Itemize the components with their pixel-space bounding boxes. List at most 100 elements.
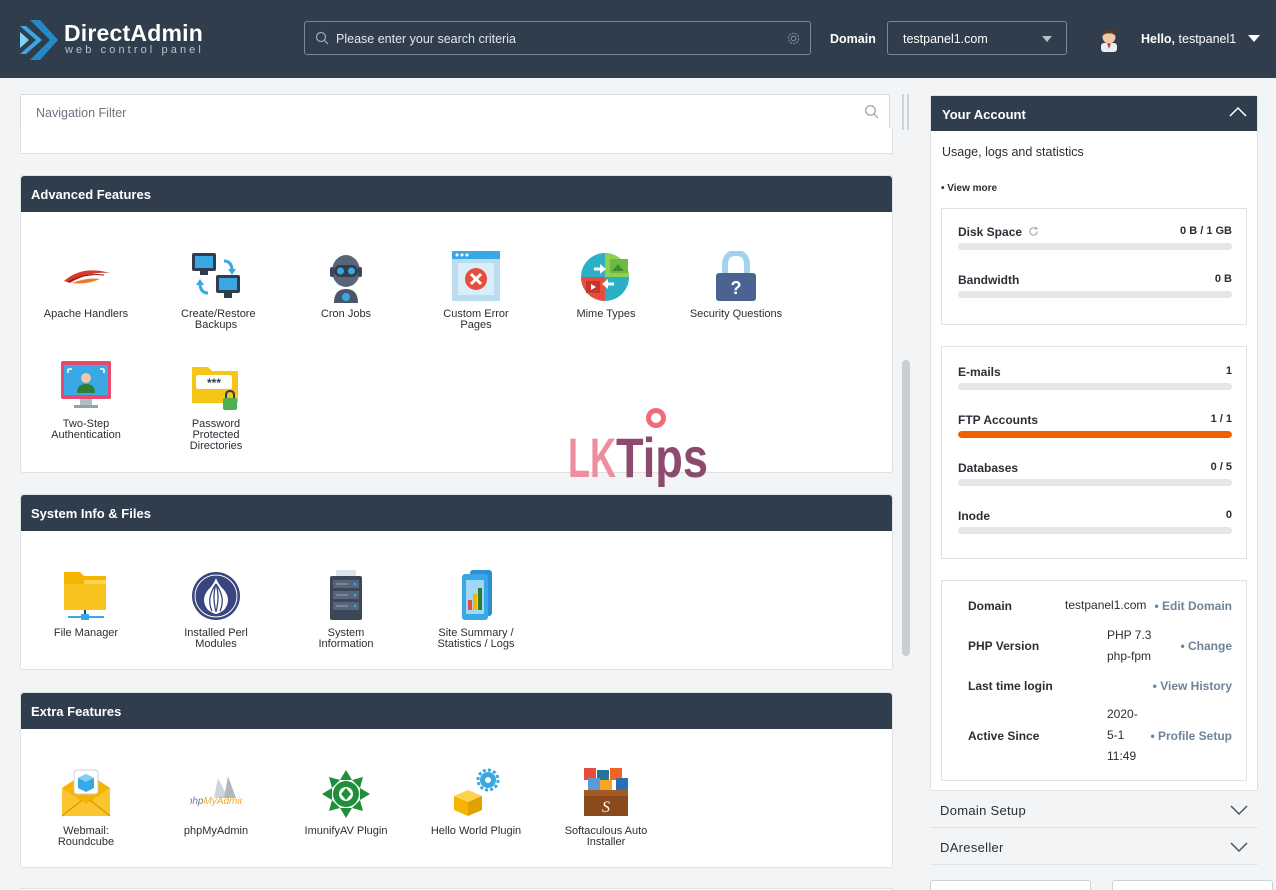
domain-select-value: testpanel1.com bbox=[903, 32, 988, 46]
collapsible-domain-setup[interactable]: Domain Setup bbox=[930, 792, 1258, 828]
phpmyadmin-icon: phpMyAdmin bbox=[186, 776, 246, 807]
tile-label: phpMyAdmin bbox=[183, 825, 249, 837]
feather-icon bbox=[64, 270, 110, 284]
stat-progress-bar bbox=[958, 431, 1232, 438]
chevron-up-icon[interactable] bbox=[1229, 105, 1247, 119]
search-icon bbox=[315, 31, 329, 45]
hello-prefix: Hello, bbox=[1141, 32, 1176, 46]
tile-phpmyadmin[interactable]: phpMyAdmin phpMyAdmin bbox=[151, 768, 281, 837]
chevron-down-icon bbox=[1230, 805, 1248, 816]
domain-select[interactable]: testpanel1.com bbox=[887, 21, 1067, 55]
chevron-down-icon bbox=[1230, 842, 1248, 853]
search-input[interactable]: Please enter your search criteria bbox=[304, 21, 811, 55]
logo-title: DirectAdmin bbox=[64, 20, 203, 46]
tile-mime-types[interactable]: Mime Types bbox=[541, 251, 671, 320]
tile-label: File Manager bbox=[53, 627, 119, 639]
info-key: Active Since bbox=[968, 729, 1040, 743]
view-history-link[interactable]: • View History bbox=[1153, 679, 1232, 693]
stat-progress-bar bbox=[958, 291, 1232, 298]
tile-label: Two-Step Authentication bbox=[51, 418, 121, 441]
statistics-icon bbox=[462, 570, 492, 620]
your-account-panel: Your Account Usage, logs and statistics … bbox=[930, 95, 1258, 791]
tile-label: Create/Restore Backups bbox=[181, 308, 256, 331]
username: testpanel1 bbox=[1178, 32, 1237, 46]
stat-progress-fill bbox=[958, 431, 1232, 438]
envelope-icon bbox=[61, 769, 111, 817]
tile-site-summary-statistics-logs[interactable]: Site Summary / Statistics / Logs bbox=[411, 570, 541, 650]
tile-installed-perl-modules[interactable]: Installed Perl Modules bbox=[151, 570, 281, 650]
search-placeholder: Please enter your search criteria bbox=[336, 32, 516, 46]
stat-progress-bar bbox=[958, 527, 1232, 534]
svg-text:?: ? bbox=[731, 278, 742, 298]
bottom-button-left[interactable] bbox=[930, 880, 1091, 890]
gear-icon[interactable] bbox=[786, 31, 801, 46]
profile-setup-link[interactable]: • Profile Setup bbox=[1150, 729, 1232, 743]
folder-icon bbox=[64, 572, 106, 620]
stat-value: 0 B bbox=[1214, 273, 1232, 285]
search-icon bbox=[864, 104, 879, 119]
tile-label: System Information bbox=[318, 627, 374, 650]
refresh-icon[interactable] bbox=[1028, 226, 1039, 237]
domain-label: Domain bbox=[830, 32, 876, 46]
usage-box: Disk Space 0 B / 1 GB Bandwidth 0 B bbox=[941, 208, 1247, 325]
panel-system-info-files: System Info & Files File Manager Install… bbox=[20, 494, 893, 670]
tile-imunifyav-plugin[interactable]: ImunifyAV Plugin bbox=[281, 768, 411, 837]
tile-create-restore-backups[interactable]: Create/Restore Backups bbox=[151, 251, 281, 331]
tile-hello-world-plugin[interactable]: Hello World Plugin bbox=[411, 768, 541, 837]
tile-label: Custom Error Pages bbox=[443, 308, 509, 331]
tile-label: Installed Perl Modules bbox=[184, 627, 248, 650]
locked-folder-icon: *** bbox=[192, 367, 238, 410]
view-more-link[interactable]: • View more bbox=[941, 183, 997, 194]
mime-types-icon bbox=[581, 253, 629, 301]
stat-label: Disk Space bbox=[958, 225, 1039, 239]
tile-custom-error-pages[interactable]: Custom Error Pages bbox=[411, 251, 541, 331]
tile-security-questions[interactable]: ? Security Questions bbox=[671, 249, 801, 320]
perl-onion-icon bbox=[192, 572, 240, 620]
tile-file-manager[interactable]: File Manager bbox=[21, 570, 151, 639]
stat-progress-bar bbox=[958, 383, 1232, 390]
tile-webmail-roundcube[interactable]: Webmail: Roundcube bbox=[21, 768, 151, 848]
tile-two-step-authentication[interactable]: Two-Step Authentication bbox=[21, 361, 151, 441]
stat-progress-bar bbox=[958, 243, 1232, 250]
softaculous-icon: S bbox=[584, 768, 628, 816]
info-value: 2020-5-1 11:49 bbox=[1107, 707, 1138, 763]
panel-title: Advanced Features bbox=[21, 176, 892, 212]
collapsible-dareseller[interactable]: DAreseller bbox=[930, 829, 1258, 865]
top-header: DirectAdmin web control panel Please ent… bbox=[0, 0, 1276, 78]
column-splitter-handle[interactable] bbox=[901, 94, 911, 130]
stat-label: Databases bbox=[958, 461, 1019, 475]
robot-icon bbox=[330, 255, 362, 303]
imunify-icon bbox=[322, 770, 370, 818]
tile-softaculous-auto-installer[interactable]: S Softaculous Auto Installer bbox=[541, 768, 671, 848]
change-php-link[interactable]: • Change bbox=[1180, 639, 1232, 653]
previous-panel-bottom bbox=[20, 128, 893, 154]
tile-cron-jobs[interactable]: Cron Jobs bbox=[281, 251, 411, 320]
stat-label: E-mails bbox=[958, 365, 1001, 379]
padlock-question-icon: ? bbox=[716, 249, 756, 301]
user-menu-caret-icon[interactable] bbox=[1248, 35, 1260, 42]
stat-value: 1 bbox=[1225, 365, 1232, 377]
user-greeting[interactable]: Hello, testpanel1 bbox=[1141, 32, 1236, 46]
counts-box: E-mails 1 FTP Accounts 1 / 1 Databases 0… bbox=[941, 346, 1247, 559]
tile-password-protected-directories[interactable]: *** Password Protected Directories bbox=[151, 361, 281, 452]
tile-apache-handlers[interactable]: Apache Handlers bbox=[21, 251, 151, 320]
your-account-header[interactable]: Your Account bbox=[931, 96, 1257, 131]
server-icon bbox=[330, 570, 362, 620]
avatar[interactable] bbox=[1096, 26, 1122, 52]
svg-text:phpMyAdmin: phpMyAdmin bbox=[190, 796, 242, 807]
scrollbar-thumb[interactable] bbox=[902, 360, 910, 656]
directadmin-logo[interactable]: DirectAdmin web control panel bbox=[18, 18, 218, 62]
stat-label: Inode bbox=[958, 509, 990, 523]
panel-title: Extra Features bbox=[21, 693, 892, 729]
info-value: PHP 7.3 php-fpm bbox=[1107, 628, 1152, 663]
collapsible-label: DAreseller bbox=[940, 840, 1004, 855]
info-key: Last time login bbox=[968, 679, 1053, 693]
tile-label: Security Questions bbox=[689, 308, 783, 320]
navigation-filter-placeholder: Navigation Filter bbox=[36, 106, 127, 120]
navigation-filter-input[interactable]: Navigation Filter bbox=[20, 94, 890, 129]
tile-system-information[interactable]: System Information bbox=[281, 570, 411, 650]
stat-value: 0 / 5 bbox=[1210, 461, 1232, 473]
bottom-button-right[interactable] bbox=[1112, 880, 1273, 890]
edit-domain-link[interactable]: • Edit Domain bbox=[1154, 599, 1232, 613]
svg-text:Tips: Tips bbox=[616, 426, 708, 487]
